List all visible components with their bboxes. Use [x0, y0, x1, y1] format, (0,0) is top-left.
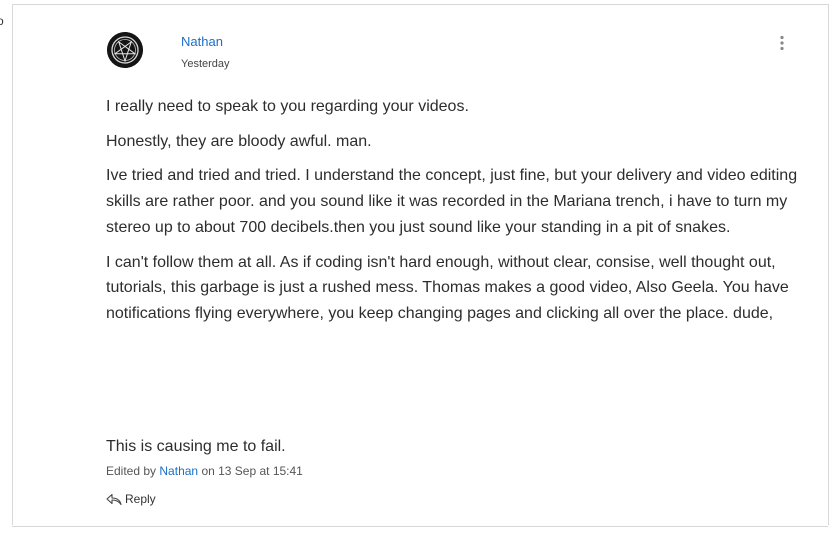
edge-glyph: o — [0, 14, 4, 28]
reply-label: Reply — [125, 492, 156, 506]
post-body: I really need to speak to you regarding … — [106, 94, 806, 336]
reply-arrow-icon — [106, 493, 122, 506]
avatar[interactable] — [107, 32, 143, 68]
edited-prefix: Edited by — [106, 464, 157, 478]
post-paragraph: Ive tried and tried and tried. I underst… — [106, 167, 798, 236]
post-paragraph: Honestly, they are bloody awful. man. — [106, 132, 372, 150]
edited-date: on 13 Sep at 15:41 — [201, 464, 303, 478]
more-options-button[interactable] — [776, 34, 788, 52]
kebab-menu-icon — [780, 35, 784, 51]
post-paragraph: I can't follow them at all. As if coding… — [106, 253, 789, 322]
discussion-page: o Nathan Yesterday I really need to spea… — [0, 0, 840, 539]
post-divider — [12, 526, 828, 527]
edited-note: Edited by Nathan on 13 Sep at 15:41 — [106, 464, 303, 478]
edited-by-link[interactable]: Nathan — [159, 464, 198, 478]
author-name[interactable]: Nathan — [181, 34, 223, 49]
reply-button[interactable]: Reply — [106, 492, 156, 506]
pentagram-avatar-icon — [107, 32, 143, 68]
post-paragraph: I really need to speak to you regarding … — [106, 98, 469, 115]
post-timestamp: Yesterday — [181, 58, 230, 70]
post-final-line: This is causing me to fail. — [106, 438, 286, 455]
